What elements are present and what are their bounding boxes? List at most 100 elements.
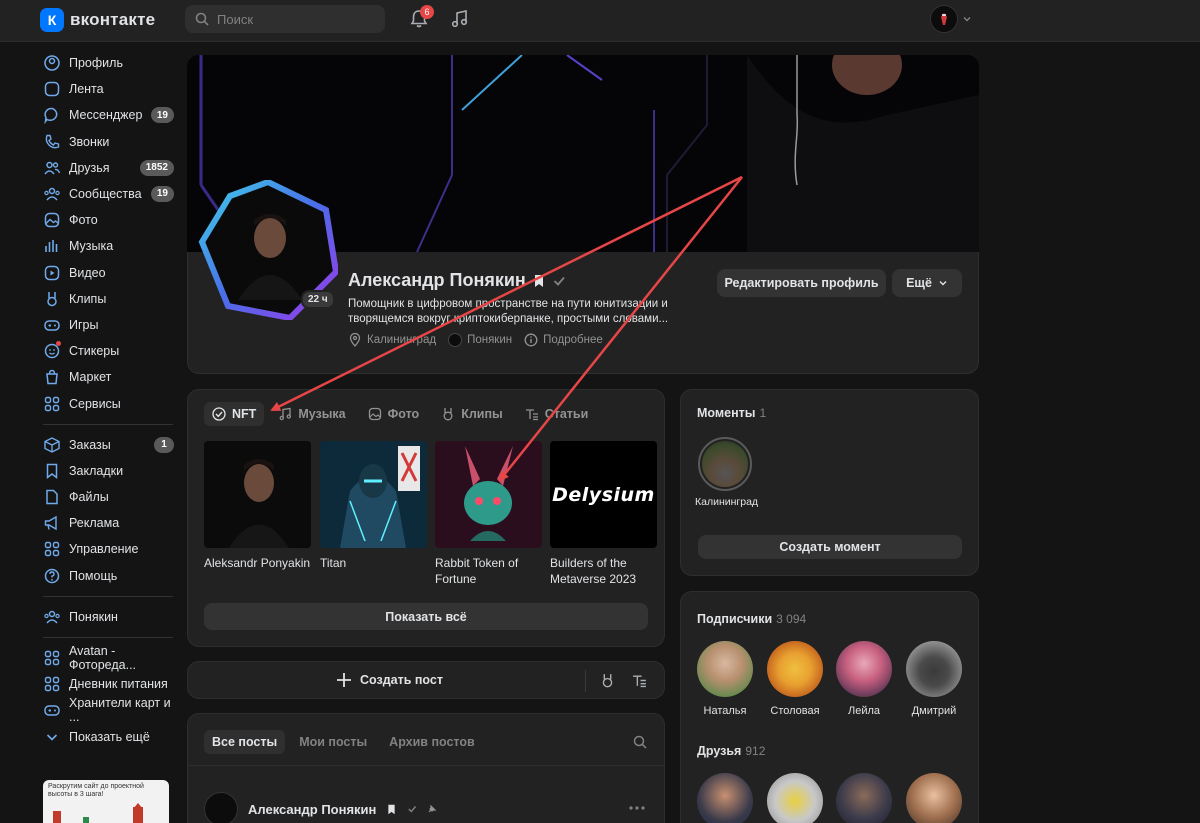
create-moment-button[interactable]: Создать момент xyxy=(698,535,962,559)
sidebar-item-label: Маркет xyxy=(69,370,112,385)
sidebar-item-label: Клипы xyxy=(69,291,107,306)
friend-avatar[interactable] xyxy=(836,773,892,823)
tab-photo-label: Фото xyxy=(387,407,420,421)
sidebar-item-photo[interactable]: Фото xyxy=(40,207,180,233)
vk-logo[interactable]: К вконтакте xyxy=(40,8,155,32)
sidebar-item-label: Сервисы xyxy=(69,396,121,411)
profile-icon xyxy=(43,54,61,72)
tab-nft[interactable]: NFT xyxy=(204,402,265,426)
sidebar-item-label: Лента xyxy=(69,82,104,97)
create-article-icon[interactable] xyxy=(632,673,647,688)
sidebar-item-stickers[interactable]: Стикеры xyxy=(40,338,180,364)
sidebar-item-label: Закладки xyxy=(69,463,124,478)
sidebar-item-services[interactable]: Сервисы xyxy=(40,390,180,416)
sidebar-item-help[interactable]: Помощь xyxy=(40,563,180,589)
sidebar-item-manage[interactable]: Управление xyxy=(40,536,180,562)
sidebar: Профиль Лента Мессенджер 19 Звонки Друзья 1852… xyxy=(40,50,180,750)
friends-icon xyxy=(43,159,61,177)
sidebar-divider xyxy=(43,636,173,638)
post-menu-icon[interactable] xyxy=(628,805,646,811)
edit-profile-button[interactable]: Редактировать профиль xyxy=(717,269,886,297)
sidebar-item-profile[interactable]: Профиль xyxy=(40,50,180,76)
friend-avatar[interactable] xyxy=(697,773,753,823)
search-box[interactable] xyxy=(185,5,385,33)
sidebar-item-market[interactable]: Маркет xyxy=(40,364,180,390)
follower-avatar xyxy=(767,641,823,697)
tab-clips[interactable]: Клипы xyxy=(433,402,510,426)
sidebar-item-community[interactable]: Понякин xyxy=(40,604,180,630)
show-all-button[interactable]: Показать всё xyxy=(204,603,648,630)
create-post-divider xyxy=(585,670,586,692)
games-icon xyxy=(43,316,61,334)
info-icon xyxy=(524,333,538,347)
sidebar-item-app[interactable]: Avatan - Фотореда... xyxy=(40,644,180,672)
moment-item[interactable] xyxy=(698,437,752,491)
sidebar-item-games[interactable]: Игры xyxy=(40,312,180,338)
profile-more-info-link[interactable]: Подробнее xyxy=(524,333,603,347)
post-author-name[interactable]: Александр Понякин xyxy=(248,802,376,817)
sidebar-item-label: Видео xyxy=(69,265,106,280)
search-input[interactable] xyxy=(217,11,377,27)
sidebar-item-phone[interactable]: Звонки xyxy=(40,129,180,155)
follower-avatar xyxy=(836,641,892,697)
notifications-button[interactable]: 6 xyxy=(408,5,434,32)
sidebar-item-communities[interactable]: Сообщества 19 xyxy=(40,181,180,207)
create-post-button[interactable]: Создать пост xyxy=(336,672,443,688)
sidebar-item-friends[interactable]: Друзья 1852 xyxy=(40,155,180,181)
follower-item[interactable]: Столовая xyxy=(764,641,826,717)
friend-avatar[interactable] xyxy=(906,773,962,823)
sidebar-item-messenger[interactable]: Мессенджер 19 xyxy=(40,102,180,128)
sidebar-item-ads[interactable]: Реклама xyxy=(40,510,180,536)
sidebar-item-badge: 1852 xyxy=(139,159,174,176)
post-author-avatar[interactable] xyxy=(204,792,238,823)
music-player-button[interactable] xyxy=(449,8,473,32)
sidebar-item-video[interactable]: Видео xyxy=(40,260,180,286)
nft-item[interactable]: Rabbit Token of Fortune xyxy=(435,441,542,587)
sidebar-item-orders[interactable]: Заказы 1 xyxy=(40,432,180,458)
followers-header[interactable]: Подписчики 3 094 xyxy=(697,611,806,626)
sidebar-item-clips[interactable]: Клипы xyxy=(40,286,180,312)
filter-all-posts[interactable]: Все посты xyxy=(204,730,286,754)
tab-clips-label: Клипы xyxy=(461,407,503,421)
create-clip-icon[interactable] xyxy=(600,673,615,688)
tab-music[interactable]: Музыка xyxy=(270,402,353,426)
sidebar-item-app[interactable]: Дневник питания xyxy=(40,671,180,697)
nft-item[interactable]: Aleksandr Ponyakin xyxy=(204,441,311,571)
video-icon xyxy=(43,264,61,282)
sidebar-ad[interactable]: Раскрутим сайт до проектной высоты в 3 ш… xyxy=(43,780,169,823)
sidebar-item-bookmarks[interactable]: Закладки xyxy=(40,458,180,484)
profile-more-button[interactable]: Ещё xyxy=(892,269,962,297)
nft-item[interactable]: Titan xyxy=(320,441,427,571)
nft-title: Titan xyxy=(320,556,347,570)
friend-avatar[interactable] xyxy=(767,773,823,823)
nft-thumbnail xyxy=(204,441,311,548)
follower-item[interactable]: Наталья xyxy=(694,641,756,717)
tab-articles[interactable]: Статьи xyxy=(517,402,597,426)
bookmarks-icon xyxy=(43,462,61,480)
avatar-time-badge: 22 ч xyxy=(301,290,335,309)
orders-icon xyxy=(43,436,61,454)
sidebar-item-label: Сообщества xyxy=(69,187,142,202)
friends-header[interactable]: Друзья 912 xyxy=(697,743,765,758)
search-icon[interactable] xyxy=(633,735,647,749)
sidebar-item-feed[interactable]: Лента xyxy=(40,76,180,102)
ad-illustration xyxy=(53,802,143,823)
follower-name: Наталья xyxy=(703,705,747,717)
sidebar-item-music[interactable]: Музыка xyxy=(40,233,180,259)
profile-community-link[interactable]: Понякин xyxy=(448,333,512,347)
music-icon xyxy=(43,237,61,255)
filter-my-posts[interactable]: Мои посты xyxy=(291,730,375,754)
user-menu[interactable] xyxy=(930,5,972,33)
nft-thumbnail xyxy=(320,441,427,548)
follower-item[interactable]: Лейла xyxy=(833,641,895,717)
communities-icon xyxy=(43,185,61,203)
filter-archive[interactable]: Архив постов xyxy=(381,730,483,754)
follower-item[interactable]: Дмитрий xyxy=(903,641,965,717)
sidebar-item-games[interactable]: Хранители карт и ... xyxy=(40,696,180,725)
sidebar-item-label: Хранители карт и ... xyxy=(69,696,171,725)
sidebar-item-chevron-down[interactable]: Показать ещё xyxy=(40,724,180,750)
tab-photo[interactable]: Фото xyxy=(360,402,428,426)
nft-item[interactable]: Delysium Builders of the Metaverse 2023 xyxy=(550,441,657,587)
sidebar-item-files[interactable]: Файлы xyxy=(40,484,180,510)
avatar-face-icon xyxy=(941,13,947,25)
